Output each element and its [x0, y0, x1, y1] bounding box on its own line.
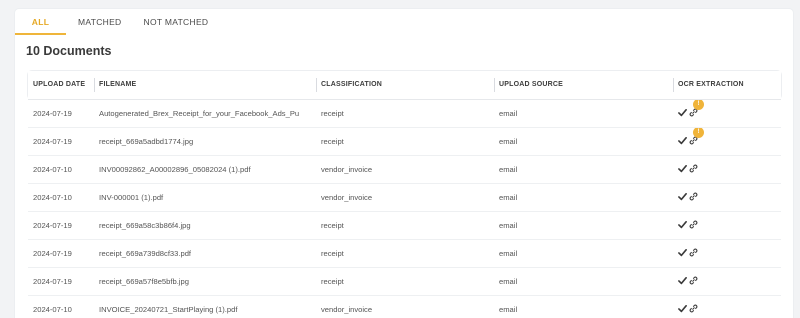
cell-upload-date: 2024-07-19: [28, 126, 94, 155]
ocr-status: [678, 276, 698, 285]
cell-filename[interactable]: INV-000001 (1).pdf: [94, 182, 316, 211]
check-icon: [678, 276, 687, 285]
link-icon[interactable]: [689, 220, 698, 229]
cell-filename[interactable]: INV00092862_A00002896_05082024 (1).pdf: [94, 154, 316, 183]
cell-upload-date: 2024-07-19: [28, 98, 94, 127]
cell-filename[interactable]: Autogenerated_Brex_Receipt_for_your_Face…: [94, 98, 316, 127]
ocr-status: !: [678, 128, 704, 145]
ocr-status: [678, 192, 698, 201]
tab-matched[interactable]: MATCHED: [67, 9, 133, 35]
check-icon: [678, 220, 687, 229]
cell-upload-source: email: [494, 238, 673, 267]
filter-tabs: ALL MATCHED NOT MATCHED: [15, 9, 793, 35]
cell-upload-source: email: [494, 210, 673, 239]
ocr-status: [678, 164, 698, 173]
cell-upload-source: email: [494, 154, 673, 183]
check-icon: [678, 136, 687, 145]
ocr-status: [678, 248, 698, 257]
cell-filename[interactable]: receipt_669a58c3b86f4.jpg: [94, 210, 316, 239]
page-title: 10 Documents: [26, 44, 112, 58]
table-row[interactable]: 2024-07-19 receipt_669a57f8e5bfb.jpg recei…: [28, 266, 781, 295]
link-icon[interactable]: [689, 248, 698, 257]
tab-not-matched[interactable]: NOT MATCHED: [133, 9, 220, 35]
link-icon[interactable]: [689, 192, 698, 201]
column-header-filename[interactable]: FILENAME: [94, 71, 316, 99]
table-header-row: UPLOAD DATE FILENAME CLASSIFICATION UPLO…: [28, 71, 781, 99]
cell-filename[interactable]: INVOICE_20240721_StartPlaying (1).pdf: [94, 294, 316, 318]
table-row[interactable]: 2024-07-19 receipt_669a739d8cf33.pdf recei…: [28, 238, 781, 267]
cell-upload-date: 2024-07-10: [28, 182, 94, 211]
table-row[interactable]: 2024-07-10 INVOICE_20240721_StartPlaying …: [28, 294, 781, 318]
cell-classification: receipt: [316, 210, 494, 239]
column-header-ocr-extraction[interactable]: OCR EXTRACTION: [673, 71, 781, 99]
cell-upload-source: email: [494, 294, 673, 318]
cell-upload-date: 2024-07-19: [28, 266, 94, 295]
documents-table-container: UPLOAD DATE FILENAME CLASSIFICATION UPLO…: [28, 71, 781, 318]
link-icon[interactable]: [689, 276, 698, 285]
link-icon[interactable]: [689, 304, 698, 313]
check-icon: [678, 248, 687, 257]
cell-ocr-extraction: [673, 182, 781, 211]
check-icon: [678, 192, 687, 201]
table-row[interactable]: 2024-07-19 receipt_669a5adbd1774.jpg recei…: [28, 126, 781, 155]
cell-classification: receipt: [316, 126, 494, 155]
cell-upload-source: email: [494, 266, 673, 295]
cell-upload-source: email: [494, 126, 673, 155]
table-row[interactable]: 2024-07-19 receipt_669a58c3b86f4.jpg recei…: [28, 210, 781, 239]
cell-ocr-extraction: [673, 154, 781, 183]
cell-ocr-extraction: [673, 266, 781, 295]
warning-badge[interactable]: !: [693, 100, 704, 110]
check-icon: [678, 164, 687, 173]
cell-filename[interactable]: receipt_669a5adbd1774.jpg: [94, 126, 316, 155]
column-header-upload-date[interactable]: UPLOAD DATE: [28, 71, 94, 99]
cell-upload-date: 2024-07-19: [28, 210, 94, 239]
warning-badge[interactable]: !: [693, 128, 704, 138]
cell-ocr-extraction: [673, 210, 781, 239]
cell-upload-source: email: [494, 182, 673, 211]
cell-ocr-extraction: [673, 238, 781, 267]
cell-ocr-extraction: [673, 294, 781, 318]
cell-upload-date: 2024-07-10: [28, 154, 94, 183]
cell-upload-date: 2024-07-19: [28, 238, 94, 267]
ocr-status: [678, 304, 698, 313]
table-row[interactable]: 2024-07-10 INV00092862_A00002896_05082024…: [28, 154, 781, 183]
check-icon: [678, 304, 687, 313]
link-icon[interactable]: [689, 164, 698, 173]
column-header-classification[interactable]: CLASSIFICATION: [316, 71, 494, 99]
tab-all[interactable]: ALL: [15, 9, 66, 35]
ocr-status: !: [678, 100, 704, 117]
cell-classification: receipt: [316, 266, 494, 295]
cell-upload-date: 2024-07-10: [28, 294, 94, 318]
cell-filename[interactable]: receipt_669a739d8cf33.pdf: [94, 238, 316, 267]
cell-filename[interactable]: receipt_669a57f8e5bfb.jpg: [94, 266, 316, 295]
column-header-upload-source[interactable]: UPLOAD SOURCE: [494, 71, 673, 99]
cell-classification: vendor_invoice: [316, 182, 494, 211]
documents-table: UPLOAD DATE FILENAME CLASSIFICATION UPLO…: [28, 71, 781, 318]
table-row[interactable]: 2024-07-10 INV-000001 (1).pdf vendor_invoi…: [28, 182, 781, 211]
cell-classification: vendor_invoice: [316, 154, 494, 183]
cell-upload-source: email: [494, 98, 673, 127]
cell-ocr-extraction: !: [673, 98, 781, 127]
cell-classification: receipt: [316, 238, 494, 267]
cell-ocr-extraction: !: [673, 126, 781, 155]
cell-classification: vendor_invoice: [316, 294, 494, 318]
check-icon: [678, 108, 687, 117]
documents-card: ALL MATCHED NOT MATCHED 10 Documents UPL…: [15, 9, 793, 318]
ocr-status: [678, 220, 698, 229]
table-row[interactable]: 2024-07-19 Autogenerated_Brex_Receipt_for…: [28, 98, 781, 127]
cell-classification: receipt: [316, 98, 494, 127]
